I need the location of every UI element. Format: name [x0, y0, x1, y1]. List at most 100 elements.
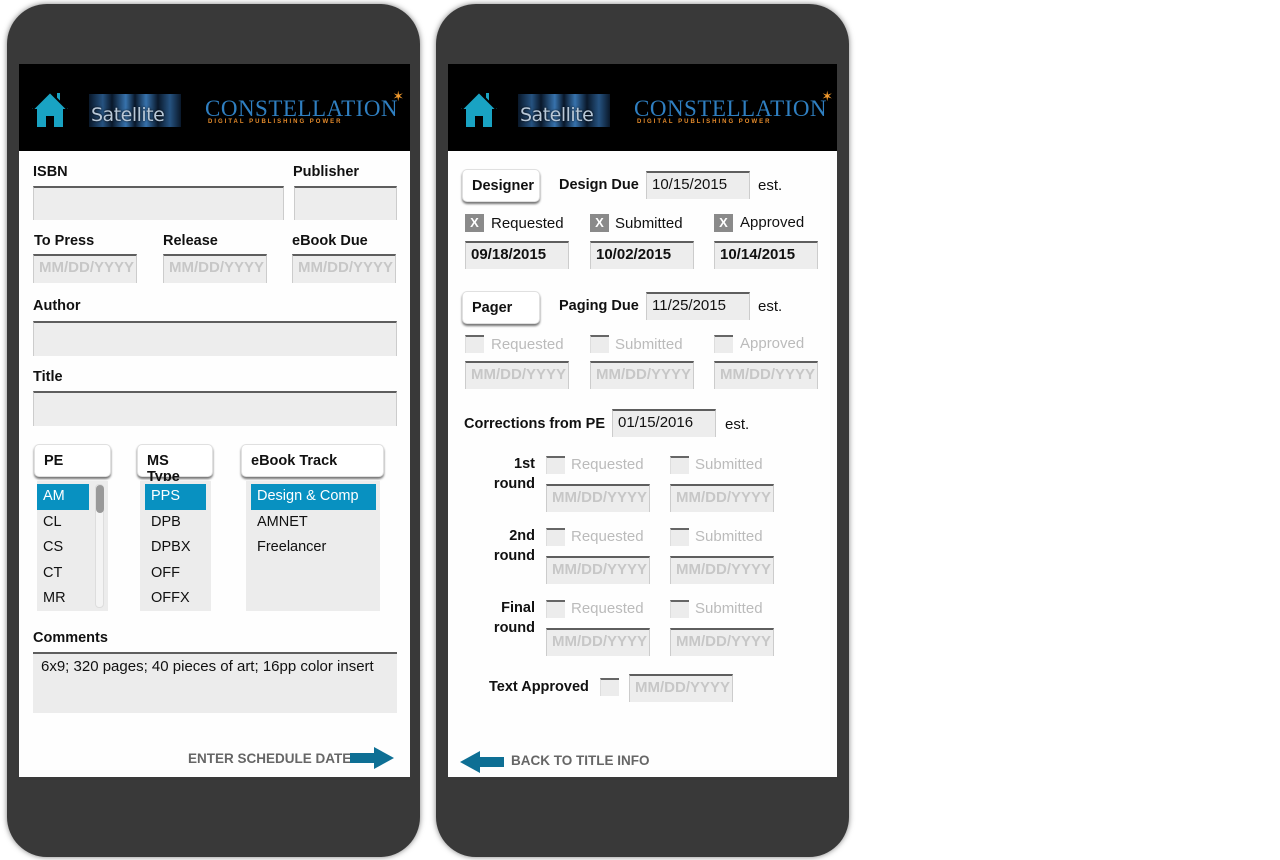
final-round-submitted-date[interactable]: MM/DD/YYYY	[670, 628, 774, 656]
designer-requested-checkbox[interactable]: X	[465, 214, 484, 232]
isbn-input[interactable]	[33, 186, 284, 220]
star-icon: ✶	[821, 88, 834, 104]
author-input[interactable]	[33, 321, 397, 356]
round-1-submitted-checkbox[interactable]	[670, 456, 689, 474]
designer-button[interactable]: Designer	[462, 169, 540, 202]
pe-option[interactable]: MR	[37, 586, 89, 612]
paging-due-input[interactable]: 11/25/2015	[646, 292, 750, 320]
to-press-label: To Press	[34, 233, 95, 249]
enter-schedule-dates-link[interactable]: ENTER SCHEDULE DATES	[188, 751, 360, 766]
ms-type-option[interactable]: OFF	[145, 561, 206, 587]
ebook-track-option[interactable]: AMNET	[251, 510, 376, 536]
round-2-submitted-checkbox[interactable]	[670, 528, 689, 546]
constellation-logo: CONSTELLATION DIGITAL PUBLISHING POWER ✶	[634, 88, 833, 125]
pager-approved-date[interactable]: MM/DD/YYYY	[714, 361, 818, 389]
comments-label: Comments	[33, 630, 108, 646]
designer-submitted-date[interactable]: 10/02/2015	[590, 241, 694, 269]
designer-submitted-label: Submitted	[615, 215, 683, 232]
final-round-requested-label: Requested	[571, 600, 644, 617]
ebook-due-label: eBook Due	[292, 233, 368, 249]
ms-type-option[interactable]: DPB	[145, 510, 206, 536]
comments-textarea[interactable]: 6x9; 320 pages; 40 pieces of art; 16pp c…	[33, 652, 397, 713]
round-2-label-line2: round	[493, 548, 535, 564]
ebook-track-option[interactable]: Design & Comp	[251, 484, 376, 510]
pe-button[interactable]: PE	[34, 444, 111, 477]
pager-submitted-checkbox[interactable]	[590, 335, 609, 353]
pager-submitted-date[interactable]: MM/DD/YYYY	[590, 361, 694, 389]
home-icon[interactable]	[32, 89, 68, 129]
designer-submitted-checkbox[interactable]: X	[590, 214, 609, 232]
final-round-submitted-label: Submitted	[695, 600, 763, 617]
schedule-form: Designer Design Due 10/15/2015 est. X Re…	[448, 151, 837, 777]
constellation-logo: CONSTELLATION DIGITAL PUBLISHING POWER ✶	[205, 88, 404, 125]
corrections-input[interactable]: 01/15/2016	[612, 409, 716, 437]
phone-schedule: Satellite CONSTELLATION DIGITAL PUBLISHI…	[436, 4, 849, 857]
ebook-track-listbox[interactable]: Design & Comp AMNET Freelancer	[246, 481, 380, 611]
home-icon[interactable]	[461, 89, 497, 129]
designer-approved-date[interactable]: 10/14/2015	[714, 241, 818, 269]
pe-listbox[interactable]: AM CL CS CT MR	[37, 481, 108, 611]
ebook-due-input[interactable]: MM/DD/YYYY	[292, 254, 396, 283]
design-due-input[interactable]: 10/15/2015	[646, 171, 750, 199]
round-2-label: 2nd round	[475, 526, 535, 566]
ms-type-button[interactable]: MS Type	[137, 444, 213, 485]
arrow-left-icon[interactable]	[460, 751, 504, 773]
app-header: Satellite CONSTELLATION DIGITAL PUBLISHI…	[19, 64, 410, 151]
round-1-requested-date[interactable]: MM/DD/YYYY	[546, 484, 650, 512]
round-1-requested-checkbox[interactable]	[546, 456, 565, 474]
satellite-logo-text: Satellite	[91, 104, 165, 126]
paging-due-est: est.	[758, 298, 783, 315]
corrections-est: est.	[725, 416, 750, 433]
ebook-track-button[interactable]: eBook Track	[241, 444, 384, 477]
final-round-label: Final round	[475, 598, 535, 638]
app-header: Satellite CONSTELLATION DIGITAL PUBLISHI…	[448, 64, 837, 151]
final-round-submitted-checkbox[interactable]	[670, 600, 689, 618]
pager-requested-checkbox[interactable]	[465, 335, 484, 353]
ms-type-option[interactable]: DPBX	[145, 535, 206, 561]
pe-option[interactable]: CT	[37, 561, 89, 587]
round-1-submitted-date[interactable]: MM/DD/YYYY	[670, 484, 774, 512]
final-round-label-line1: Final	[501, 600, 535, 616]
paging-due-label: Paging Due	[559, 298, 639, 314]
text-approved-checkbox[interactable]	[600, 678, 619, 696]
author-label: Author	[33, 298, 81, 314]
pager-approved-label: Approved	[740, 335, 805, 352]
scrollbar-thumb[interactable]	[96, 485, 104, 513]
corrections-label: Corrections from PE	[464, 416, 605, 432]
text-approved-date[interactable]: MM/DD/YYYY	[629, 674, 733, 702]
designer-requested-label: Requested	[491, 215, 564, 232]
round-2-submitted-label: Submitted	[695, 528, 763, 545]
phone-title-info: Satellite CONSTELLATION DIGITAL PUBLISHI…	[7, 4, 420, 857]
final-round-requested-checkbox[interactable]	[546, 600, 565, 618]
pager-button[interactable]: Pager	[462, 291, 540, 324]
pager-approved-checkbox[interactable]	[714, 335, 733, 353]
publisher-input[interactable]	[294, 186, 397, 220]
round-1-label-line2: round	[493, 476, 535, 492]
title-input[interactable]	[33, 391, 397, 426]
pe-scrollbar[interactable]	[95, 484, 104, 608]
text-approved-label: Text Approved	[489, 679, 589, 695]
round-1-requested-label: Requested	[571, 456, 644, 473]
round-2-requested-label: Requested	[571, 528, 644, 545]
title-info-form: ISBN Publisher To Press MM/DD/YYYY Relea…	[19, 151, 410, 777]
designer-requested-date[interactable]: 09/18/2015	[465, 241, 569, 269]
pe-option[interactable]: AM	[37, 484, 89, 510]
pe-option[interactable]: CS	[37, 535, 89, 561]
final-round-requested-date[interactable]: MM/DD/YYYY	[546, 628, 650, 656]
arrow-right-icon[interactable]	[350, 747, 394, 769]
designer-approved-checkbox[interactable]: X	[714, 214, 733, 232]
ebook-track-option[interactable]: Freelancer	[251, 535, 376, 561]
ms-type-option[interactable]: OFFX	[145, 586, 206, 612]
round-2-submitted-date[interactable]: MM/DD/YYYY	[670, 556, 774, 584]
pe-option[interactable]: CL	[37, 510, 89, 536]
back-to-title-info-link[interactable]: BACK TO TITLE INFO	[511, 753, 650, 768]
ms-type-listbox[interactable]: PPS DPB DPBX OFF OFFX	[140, 481, 211, 611]
pager-requested-date[interactable]: MM/DD/YYYY	[465, 361, 569, 389]
round-2-requested-checkbox[interactable]	[546, 528, 565, 546]
release-input[interactable]: MM/DD/YYYY	[163, 254, 267, 283]
pager-requested-label: Requested	[491, 336, 564, 353]
to-press-input[interactable]: MM/DD/YYYY	[33, 254, 137, 283]
ms-type-option[interactable]: PPS	[145, 484, 206, 510]
round-2-requested-date[interactable]: MM/DD/YYYY	[546, 556, 650, 584]
round-2-label-line1: 2nd	[509, 528, 535, 544]
